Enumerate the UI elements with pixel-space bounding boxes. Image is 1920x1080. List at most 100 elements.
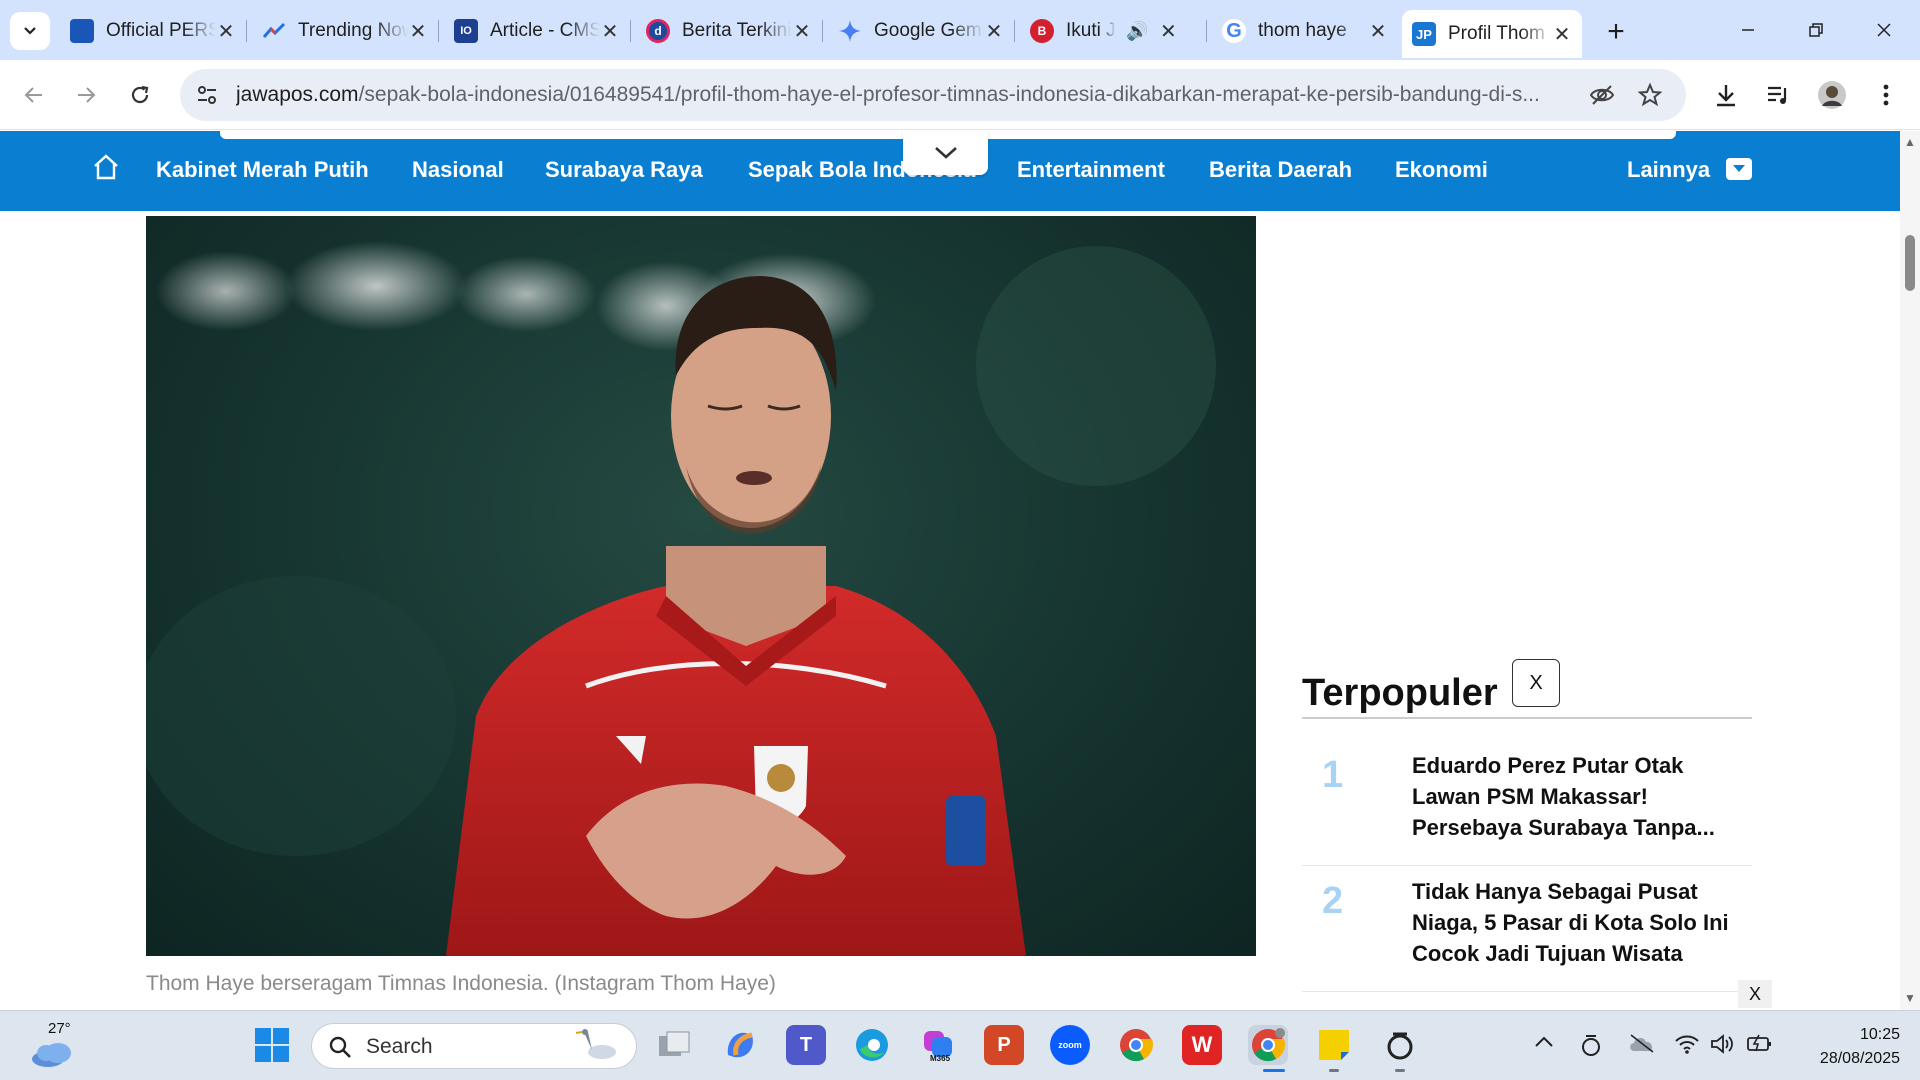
start-button[interactable] [252,1025,292,1065]
ad-close-button[interactable]: X [1738,980,1772,1008]
close-icon [1877,23,1891,37]
nav-ekonomi[interactable]: Ekonomi [1395,157,1488,183]
site-settings-icon[interactable] [194,82,220,108]
close-tab-icon[interactable]: ✕ [408,19,428,44]
tab-5[interactable]: B Ikuti Jejak 🔊 ✕ [1020,12,1207,50]
tab-search-button[interactable] [10,12,50,50]
popular-item-title[interactable]: Tidak Hanya Sebagai Pusat Niaga, 5 Pasar… [1412,876,1742,969]
cortana-app[interactable] [1380,1025,1420,1065]
tab-6[interactable]: G thom haye ✕ [1212,12,1398,50]
reload-icon [131,85,149,104]
wifi-icon[interactable] [1674,1033,1700,1060]
home-icon[interactable] [92,153,120,181]
popular-item-title[interactable]: Eduardo Perez Putar Otak Lawan PSM Makas… [1412,750,1742,843]
divider [1302,717,1752,719]
tab-3[interactable]: d Berita Terkini ✕ [636,12,823,50]
close-tab-icon[interactable]: ✕ [216,19,236,44]
expand-header-button[interactable] [903,131,988,175]
downloads-button[interactable] [1708,77,1744,113]
chrome-app[interactable] [1116,1025,1156,1065]
popular-item[interactable]: 2 Tidak Hanya Sebagai Pusat Niaga, 5 Pas… [1302,866,1752,992]
google-icon: G [1222,19,1246,43]
powerpoint-icon: P [997,1033,1011,1056]
restore-button[interactable] [1786,12,1846,48]
new-tab-button[interactable]: + [1598,14,1634,50]
forward-button[interactable] [68,77,104,113]
sticky-note-icon [1319,1030,1349,1060]
player-photo-illustration [146,241,1216,956]
tab-strip: Official PERSIB ✕ Trending Now ✕ IO Arti… [0,0,1920,60]
nav-berita-daerah[interactable]: Berita Daerah [1209,157,1352,183]
close-tab-icon[interactable]: ✕ [792,19,812,44]
ring-tray-icon[interactable] [1580,1033,1602,1062]
nav-entertainment[interactable]: Entertainment [1017,157,1165,183]
close-window-button[interactable] [1854,12,1914,48]
popular-item[interactable]: 1 Eduardo Perez Putar Otak Lawan PSM Mak… [1302,740,1752,866]
chrome-icon [1252,1028,1286,1062]
teams-app[interactable]: T [786,1025,826,1065]
popular-rank: 2 [1322,880,1344,922]
zoom-icon: zoom [1058,1040,1082,1050]
tab-4[interactable]: Google Gemini ✕ [828,12,1015,50]
bookmark-star-icon[interactable] [1636,81,1664,109]
task-view-button[interactable] [654,1025,694,1065]
scroll-up-icon[interactable]: ▲ [1904,135,1916,149]
profile-avatar[interactable] [1814,77,1850,113]
teams-icon: T [799,1033,813,1056]
onedrive-cloud-icon[interactable] [1628,1033,1656,1058]
tab-0[interactable]: Official PERSIB ✕ [60,12,247,50]
popular-close-button[interactable]: X [1512,659,1560,707]
m365-app[interactable]: M365 [918,1025,958,1065]
edge-icon [856,1029,888,1061]
taskbar-clock[interactable]: 10:25 28/08/2025 [1780,1023,1900,1071]
close-tab-icon[interactable]: ✕ [600,19,620,44]
download-icon [1717,85,1735,107]
scroll-thumb[interactable] [1905,235,1915,291]
nav-lainnya[interactable]: Lainnya [1627,157,1710,183]
clock-time: 10:25 [1859,1026,1900,1043]
windows-icon [255,1028,289,1062]
jp-icon: JP [1412,22,1436,46]
battery-icon[interactable] [1746,1033,1774,1058]
ring-icon [1387,1032,1413,1060]
more-vert-icon [1883,84,1889,106]
volume-icon[interactable] [1710,1033,1734,1060]
nav-surabaya-raya[interactable]: Surabaya Raya [545,157,703,183]
tab-7-active[interactable]: JP Profil Thom Haye ✕ [1402,10,1582,58]
close-tab-icon[interactable]: ✕ [984,19,1004,44]
copilot-app[interactable] [720,1025,760,1065]
page-scrollbar[interactable]: ▲ ▼ [1900,131,1920,1010]
back-button[interactable] [16,77,52,113]
address-bar[interactable]: jawapos.com/sepak-bola-indonesia/0164895… [180,69,1686,121]
minimize-button[interactable] [1718,12,1778,48]
search-icon [329,1036,351,1058]
speaker-icon[interactable]: 🔊 [1126,21,1148,42]
media-controls-button[interactable] [1760,77,1796,113]
persib-icon [70,19,94,43]
nav-nasional[interactable]: Nasional [412,157,504,183]
reload-button[interactable] [122,77,158,113]
close-tab-icon[interactable]: ✕ [1368,19,1388,44]
taskbar-search[interactable]: Search [311,1023,637,1069]
nav-kabinet-merah-putih[interactable]: Kabinet Merah Putih [156,157,369,183]
restore-icon [1809,23,1823,37]
close-tab-icon[interactable]: ✕ [1158,19,1178,44]
cms-icon: IO [454,19,478,43]
url-text[interactable]: jawapos.com/sepak-bola-indonesia/0164895… [236,83,1566,107]
menu-button[interactable] [1868,77,1904,113]
scroll-down-icon[interactable]: ▼ [1904,991,1916,1005]
edge-app[interactable] [852,1025,892,1065]
caret-down-icon[interactable] [1726,158,1752,180]
tab-2[interactable]: IO Article - CMS ✕ [444,12,631,50]
sticky-notes-app[interactable] [1314,1025,1354,1065]
chevron-up-icon[interactable] [1534,1033,1554,1054]
powerpoint-app[interactable]: P [984,1025,1024,1065]
close-tab-icon[interactable]: ✕ [1552,22,1572,47]
trending-icon [262,19,286,43]
tab-1[interactable]: Trending Now ✕ [252,12,439,50]
tracking-protection-icon[interactable] [1588,81,1616,109]
chrome-profile-app[interactable] [1248,1025,1288,1065]
wps-app[interactable]: W [1182,1025,1222,1065]
zoom-app[interactable]: zoom [1050,1025,1090,1065]
image-caption: Thom Haye berseragam Timnas Indonesia. (… [146,972,776,995]
